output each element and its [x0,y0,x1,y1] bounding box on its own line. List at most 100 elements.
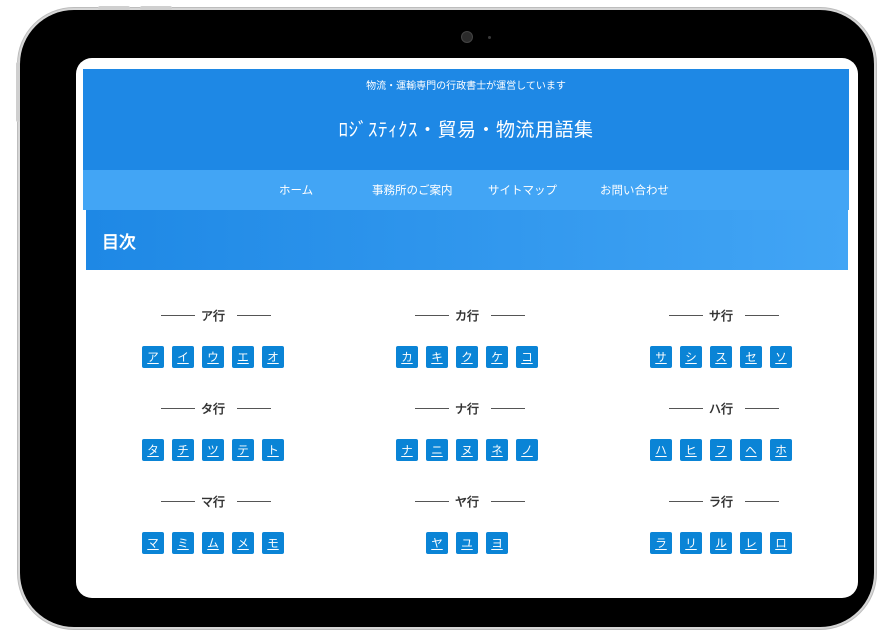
heading-rule [237,501,271,502]
nav-office-info[interactable]: 事務所のご案内 [372,182,453,198]
kana-group-heading: サ行 [611,306,831,326]
kana-group-heading: ナ行 [357,399,577,419]
kana-button[interactable]: モ [262,532,284,554]
kana-button[interactable]: ヒ [680,439,702,461]
front-camera [462,32,472,42]
kana-button[interactable]: チ [172,439,194,461]
kana-button[interactable]: ル [710,532,732,554]
kana-group-heading: ア行 [103,306,323,326]
heading-rule [415,315,449,316]
kana-group-label: マ行 [200,495,225,509]
kana-button-row: サシスセソ [611,346,831,368]
heading-rule [745,501,779,502]
kana-button-row: ラリルレロ [611,532,831,554]
nav-sitemap[interactable]: サイトマップ [488,182,557,198]
kana-button[interactable]: ナ [396,439,418,461]
heading-rule [491,315,525,316]
heading-rule [491,501,525,502]
kana-button[interactable]: ノ [516,439,538,461]
nav-home[interactable]: ホーム [279,182,313,198]
kana-button[interactable]: ヌ [456,439,478,461]
kana-button[interactable]: ニ [426,439,448,461]
kana-group: タ行タチツテト [103,399,323,461]
kana-button[interactable]: イ [172,346,194,368]
kana-button[interactable]: ヤ [426,532,448,554]
kana-button[interactable]: ユ [456,532,478,554]
kana-button[interactable]: テ [232,439,254,461]
kana-group: カ行カキクケコ [357,306,577,368]
heading-rule [669,315,703,316]
kana-button[interactable]: シ [680,346,702,368]
camera-sensor [488,36,491,39]
heading-rule [669,408,703,409]
heading-rule [669,501,703,502]
kana-button[interactable]: レ [740,532,762,554]
kana-button[interactable]: ラ [650,532,672,554]
kana-group-label: カ行 [454,309,479,323]
heading-rule [237,315,271,316]
kana-button[interactable]: ア [142,346,164,368]
kana-group: ア行アイウエオ [103,306,323,368]
screen: 物流・運輸専門の行政書士が運営しています ﾛｼﾞｽﾃｨｸｽ・貿易・物流用語集 ホ… [76,58,858,598]
kana-button-row: ヤユヨ [357,532,577,554]
kana-group-heading: ヤ行 [357,492,577,512]
kana-group: ヤ行ヤユヨ [357,492,577,554]
kana-button[interactable]: コ [516,346,538,368]
kana-button-row: マミムメモ [103,532,323,554]
kana-button[interactable]: ネ [486,439,508,461]
kana-button[interactable]: オ [262,346,284,368]
nav-contact[interactable]: お問い合わせ [600,182,669,198]
kana-group-heading: カ行 [357,306,577,326]
kana-button-row: タチツテト [103,439,323,461]
kana-group-heading: ハ行 [611,399,831,419]
kana-button[interactable]: セ [740,346,762,368]
heading-rule [745,315,779,316]
kana-button[interactable]: ホ [770,439,792,461]
kana-group-label: タ行 [200,402,225,416]
kana-button[interactable]: ハ [650,439,672,461]
heading-rule [161,408,195,409]
volume-button [140,6,172,10]
kana-button[interactable]: フ [710,439,732,461]
kana-button[interactable]: ミ [172,532,194,554]
kana-button[interactable]: ク [456,346,478,368]
kana-group: ラ行ラリルレロ [611,492,831,554]
kana-button[interactable]: ロ [770,532,792,554]
kana-button[interactable]: マ [142,532,164,554]
kana-group-label: ナ行 [454,402,479,416]
power-button [16,62,20,122]
kana-button[interactable]: ム [202,532,224,554]
kana-button[interactable]: ツ [202,439,224,461]
kana-group-heading: ラ行 [611,492,831,512]
kana-group-heading: マ行 [103,492,323,512]
kana-button[interactable]: カ [396,346,418,368]
kana-button[interactable]: ス [710,346,732,368]
kana-button-row: ハヒフヘホ [611,439,831,461]
kana-button[interactable]: リ [680,532,702,554]
kana-group-label: ラ行 [708,495,733,509]
site-title[interactable]: ﾛｼﾞｽﾃｨｸｽ・貿易・物流用語集 [83,115,849,142]
kana-button[interactable]: ケ [486,346,508,368]
kana-button[interactable]: ヨ [486,532,508,554]
kana-button[interactable]: サ [650,346,672,368]
heading-rule [161,315,195,316]
kana-group-label: ヤ行 [454,495,479,509]
kana-button[interactable]: エ [232,346,254,368]
kana-group: マ行マミムメモ [103,492,323,554]
heading-rule [491,408,525,409]
kana-group-heading: タ行 [103,399,323,419]
kana-button-row: ナニヌネノ [357,439,577,461]
kana-button[interactable]: メ [232,532,254,554]
volume-button [98,6,130,10]
kana-button[interactable]: ト [262,439,284,461]
kana-button[interactable]: キ [426,346,448,368]
kana-group: ハ行ハヒフヘホ [611,399,831,461]
heading-rule [237,408,271,409]
tablet-frame: 物流・運輸専門の行政書士が運営しています ﾛｼﾞｽﾃｨｸｽ・貿易・物流用語集 ホ… [20,10,874,627]
kana-group: サ行サシスセソ [611,306,831,368]
kana-button[interactable]: ウ [202,346,224,368]
kana-button[interactable]: タ [142,439,164,461]
kana-button[interactable]: ヘ [740,439,762,461]
kana-group-label: サ行 [708,309,733,323]
kana-button[interactable]: ソ [770,346,792,368]
